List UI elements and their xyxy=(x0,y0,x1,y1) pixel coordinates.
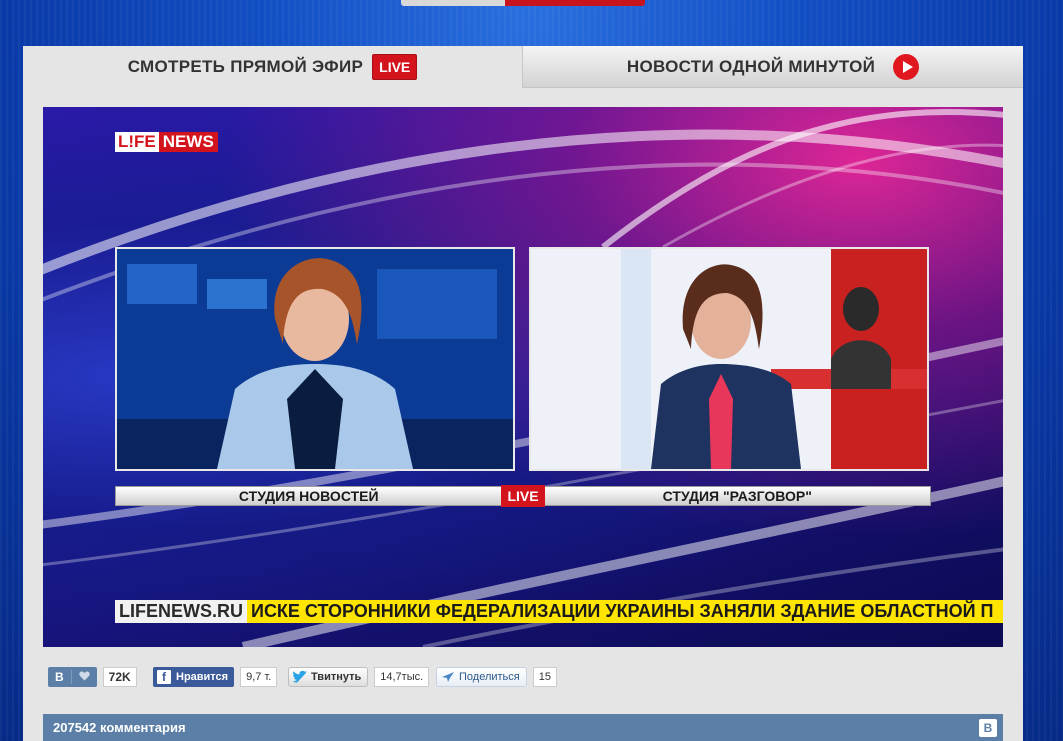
live-badge: LIVE xyxy=(372,54,418,80)
facebook-icon: f xyxy=(157,670,171,684)
fb-like-button[interactable]: f Нравится xyxy=(153,667,235,687)
twitter-bird-icon xyxy=(293,671,307,683)
tweet-label: Твитнуть xyxy=(311,671,362,683)
comments-header[interactable]: 207542 комментария В xyxy=(43,714,1003,741)
logo-part-life: L!FE xyxy=(115,132,159,152)
social-share-row: В 72K f Нравится 9,7 т. Твитнуть 14,7тыс… xyxy=(48,666,1008,688)
studio-talk-video-frame xyxy=(529,247,929,471)
fb-like-label: Нравится xyxy=(176,671,229,683)
lifenews-logo: L!FE NEWS xyxy=(115,132,218,152)
vk-like-count: 72K xyxy=(102,667,137,687)
content-panel: СМОТРЕТЬ ПРЯМОЙ ЭФИР LIVE НОВОСТИ ОДНОЙ … xyxy=(23,46,1023,741)
vk-like-button[interactable]: В xyxy=(48,667,97,687)
studio-left-label: СТУДИЯ НОВОСТЕЙ xyxy=(238,488,379,504)
heart-icon xyxy=(72,670,97,684)
studio-right-label: СТУДИЯ "РАЗГОВОР" xyxy=(662,488,812,504)
comments-count-title: 207542 комментария xyxy=(53,720,186,735)
top-nav-red-segment[interactable] xyxy=(505,0,645,6)
top-nav-grey-segment[interactable] xyxy=(401,0,505,6)
tweet-group: Твитнуть 14,7тыс. xyxy=(288,666,430,688)
live-center-badge: LIVE xyxy=(501,484,545,507)
talk-anchor-graphic xyxy=(531,249,927,469)
share-count: 15 xyxy=(532,667,557,687)
share-button[interactable]: Поделиться xyxy=(436,667,527,687)
logo-part-news: NEWS xyxy=(158,132,218,152)
share-bird-icon xyxy=(441,671,455,683)
vk-like-group: В 72K xyxy=(48,666,137,688)
vk-icon[interactable]: В xyxy=(979,718,997,737)
fb-like-group: f Нравится 9,7 т. xyxy=(153,666,278,688)
mailru-share-group: Поделиться 15 xyxy=(436,666,557,688)
fb-like-count: 9,7 т. xyxy=(240,667,278,687)
news-anchor-graphic xyxy=(117,249,513,469)
share-label: Поделиться xyxy=(459,671,520,683)
player-tabs: СМОТРЕТЬ ПРЯМОЙ ЭФИР LIVE НОВОСТИ ОДНОЙ … xyxy=(23,46,1023,88)
tweet-count: 14,7тыс. xyxy=(374,667,430,687)
tab-news-label: НОВОСТИ ОДНОЙ МИНУТОЙ xyxy=(626,56,876,76)
top-nav-stub[interactable] xyxy=(401,0,645,6)
tweet-button[interactable]: Твитнуть xyxy=(288,667,369,687)
video-player[interactable]: L!FE NEWS СТУДИЯ НОВОСТЕЙ LIVE СТУДИЯ "Р… xyxy=(43,107,1003,647)
tab-news-minute[interactable]: НОВОСТИ ОДНОЙ МИНУТОЙ xyxy=(522,46,1023,88)
vk-icon: В xyxy=(48,670,72,684)
studio-news-video-frame xyxy=(115,247,515,471)
ticker-text: ИСКЕ СТОРОННИКИ ФЕДЕРАЛИЗАЦИИ УКРАИНЫ ЗА… xyxy=(251,601,994,621)
tab-live-stream[interactable]: СМОТРЕТЬ ПРЯМОЙ ЭФИР LIVE xyxy=(23,46,522,88)
ticker-site: LIFENEWS.RU xyxy=(115,600,247,623)
news-ticker: LIFENEWS.RU ИСКЕ СТОРОННИКИ ФЕДЕРАЛИЗАЦИ… xyxy=(115,600,1003,623)
tab-live-label: СМОТРЕТЬ ПРЯМОЙ ЭФИР xyxy=(127,57,364,76)
play-icon[interactable] xyxy=(893,53,920,80)
studio-label-bar: СТУДИЯ НОВОСТЕЙ LIVE СТУДИЯ "РАЗГОВОР" xyxy=(115,484,931,507)
